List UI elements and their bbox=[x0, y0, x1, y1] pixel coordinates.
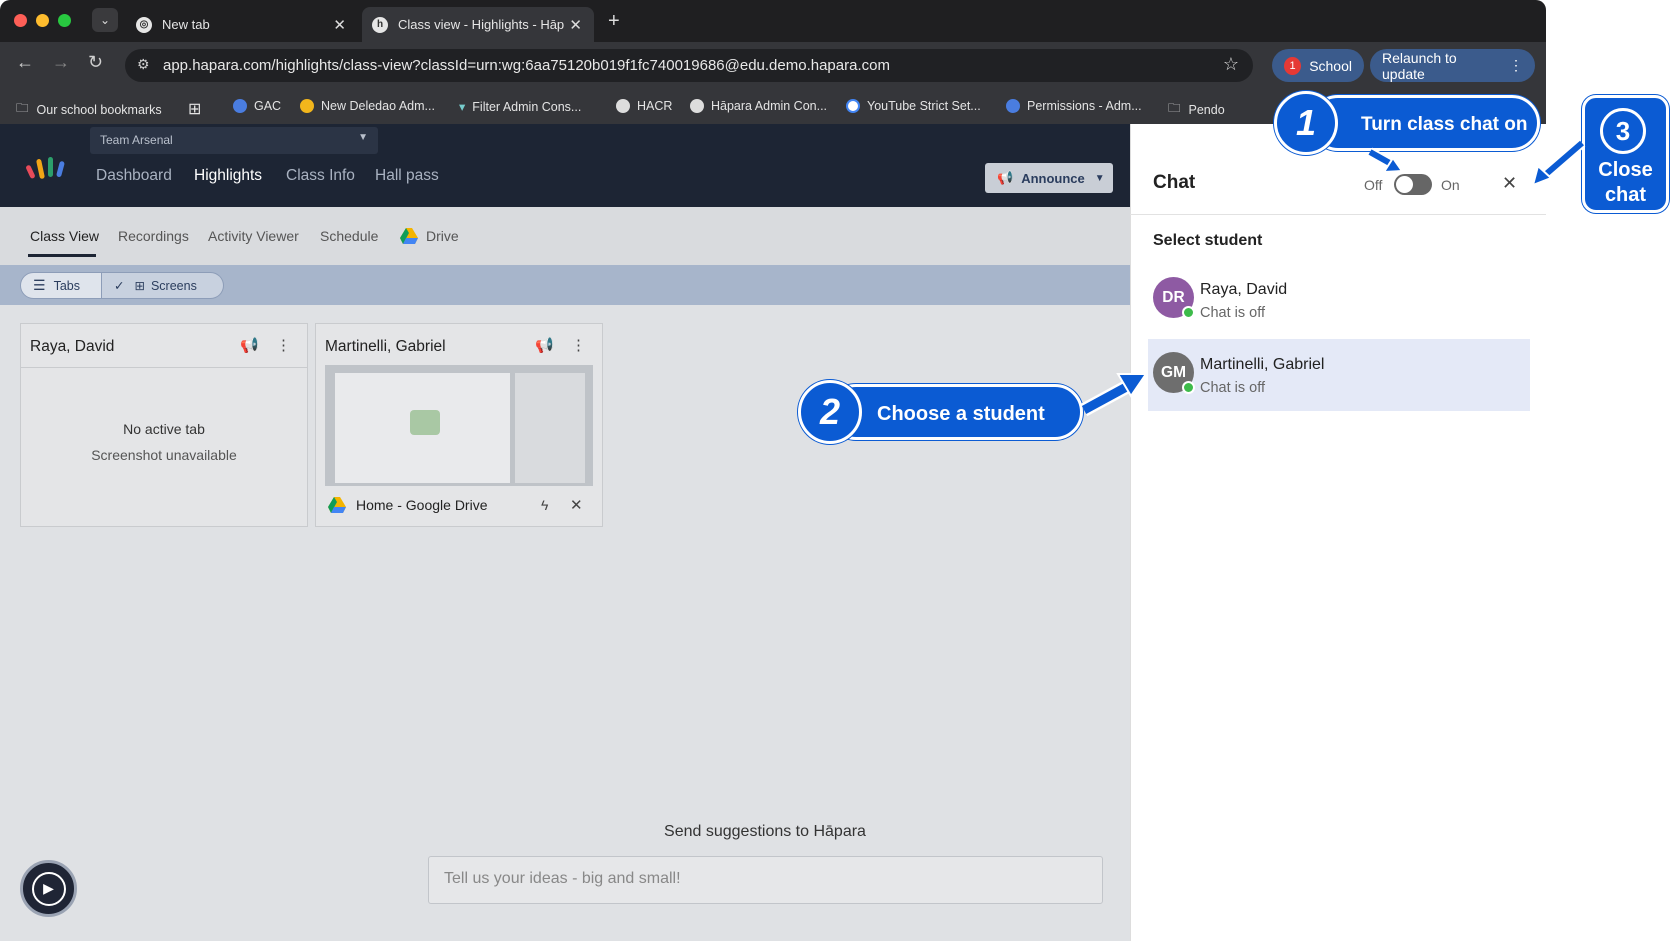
arrow-to-close-icon bbox=[1531, 139, 1586, 187]
arrow-to-toggle-icon bbox=[1367, 147, 1404, 174]
callout-arrows bbox=[1080, 139, 1586, 417]
arrow-to-student-icon bbox=[1080, 373, 1148, 417]
